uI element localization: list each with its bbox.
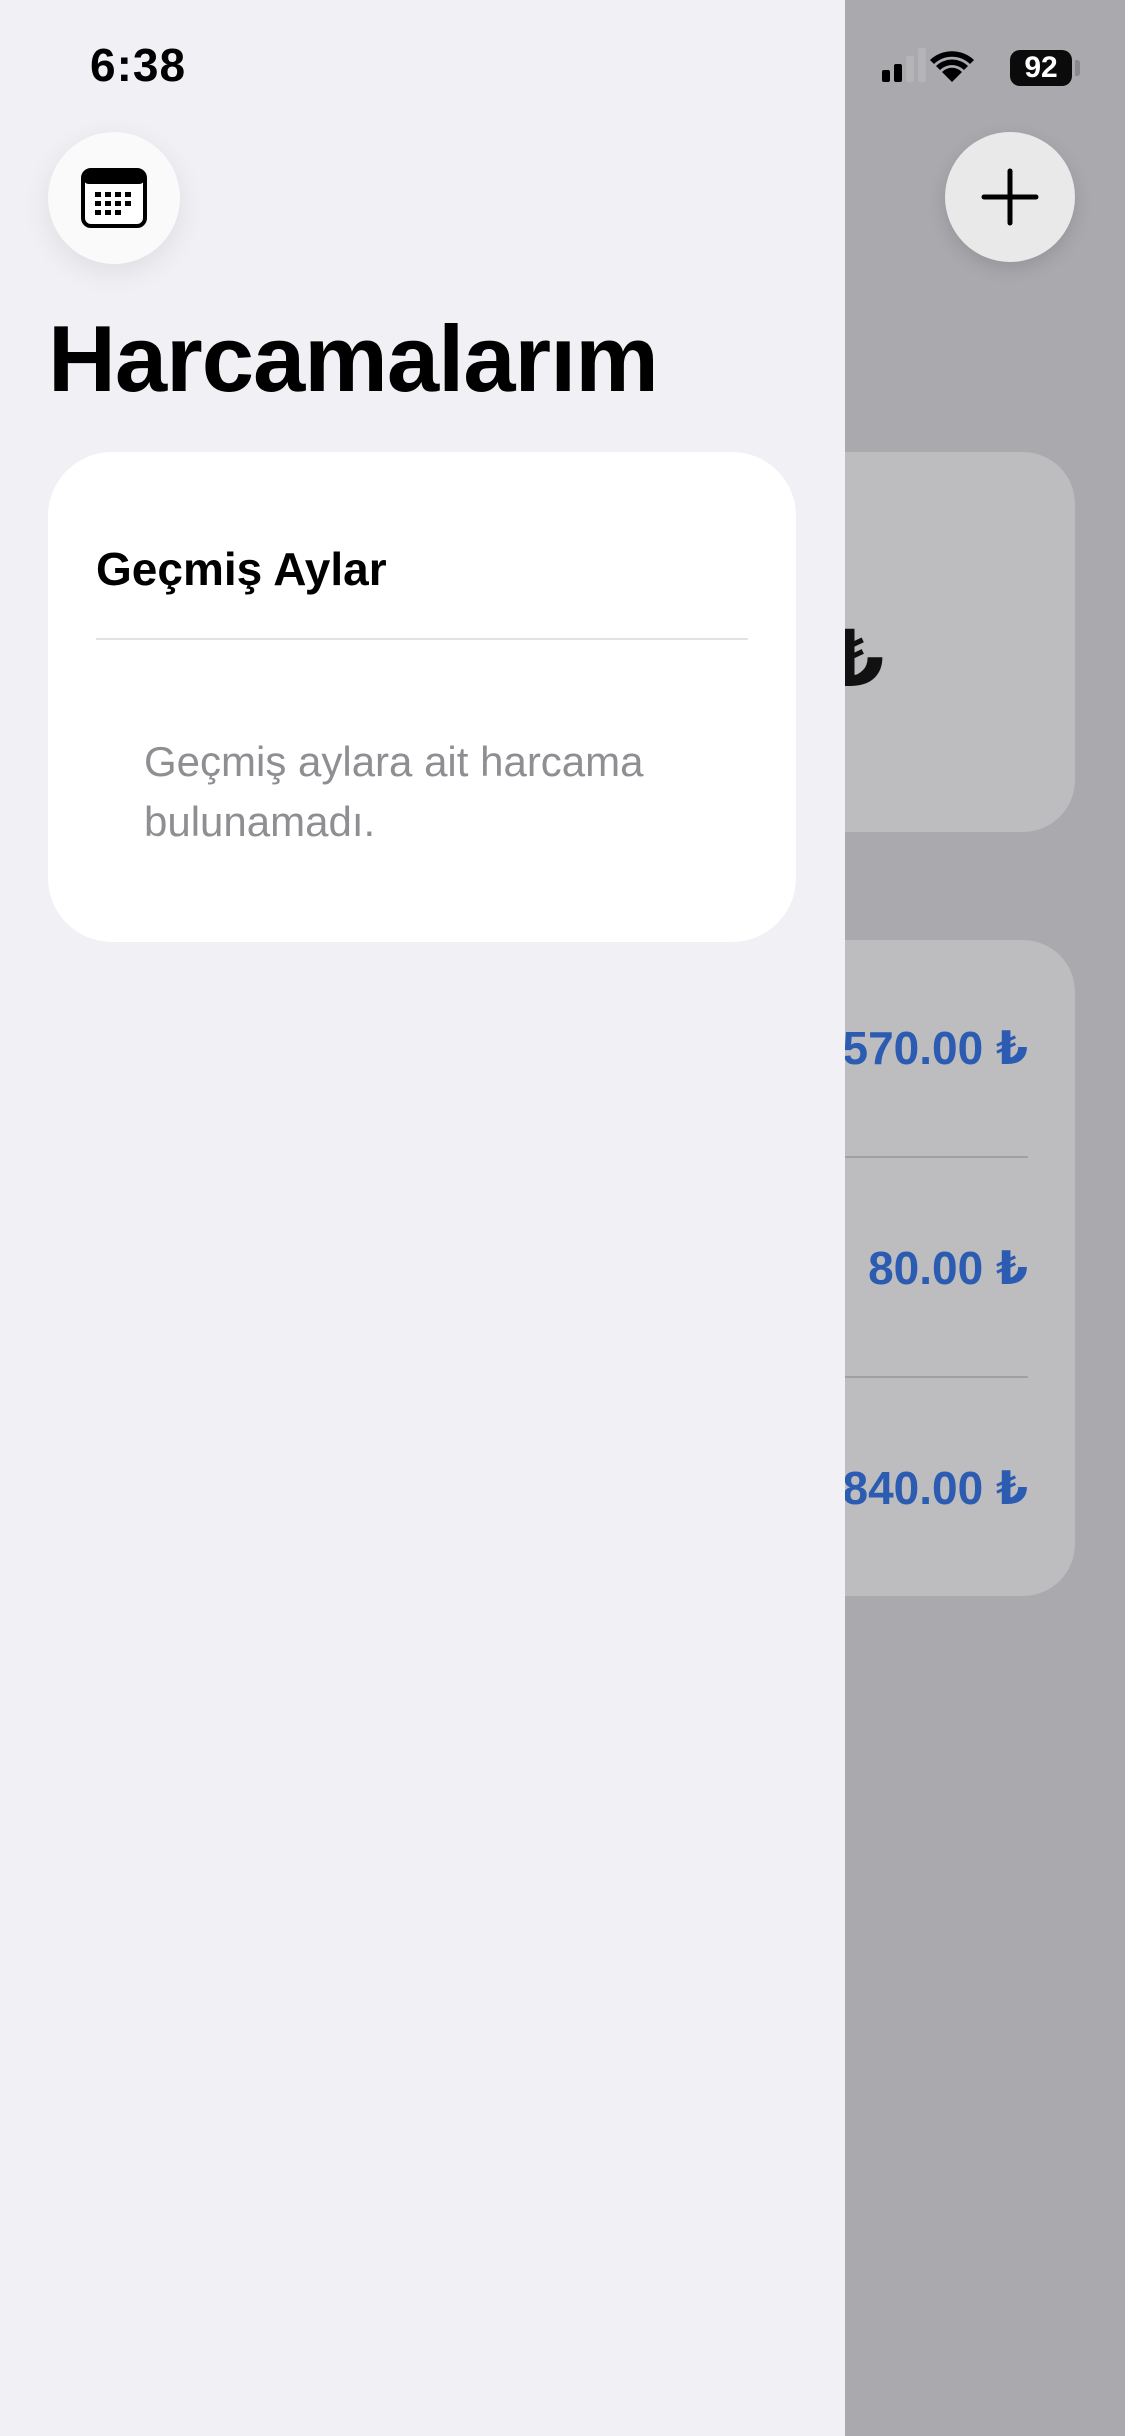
battery-icon: 92 bbox=[1010, 50, 1072, 86]
divider bbox=[96, 638, 748, 640]
list-divider bbox=[830, 1156, 1028, 1158]
add-expense-button[interactable] bbox=[945, 132, 1075, 262]
cellular-signal-icon bbox=[882, 48, 926, 82]
page-title: Harcamalarım bbox=[48, 306, 659, 411]
empty-state-message: Geçmiş aylara ait harcama bulunamadı. bbox=[144, 738, 644, 845]
expense-amount: 80.00 ₺ bbox=[868, 1242, 1028, 1294]
expense-amount: 570.00 ₺ bbox=[842, 1022, 1028, 1074]
calendar-icon bbox=[81, 168, 147, 228]
status-time: 6:38 bbox=[90, 39, 187, 91]
list-divider bbox=[830, 1376, 1028, 1378]
signal-wifi-icons bbox=[882, 48, 974, 82]
calendar-button[interactable] bbox=[48, 132, 180, 264]
expense-amount: 840.00 ₺ bbox=[842, 1462, 1028, 1514]
past-months-card: Geçmiş Aylar Geçmiş aylara ait harcama b… bbox=[48, 452, 796, 942]
side-drawer: Harcamalarım Geçmiş Aylar Geçmiş aylara … bbox=[0, 0, 845, 2436]
wifi-icon bbox=[930, 51, 974, 82]
past-months-title: Geçmiş Aylar bbox=[96, 543, 387, 595]
battery-nub bbox=[1075, 60, 1080, 76]
plus-icon bbox=[981, 168, 1039, 226]
